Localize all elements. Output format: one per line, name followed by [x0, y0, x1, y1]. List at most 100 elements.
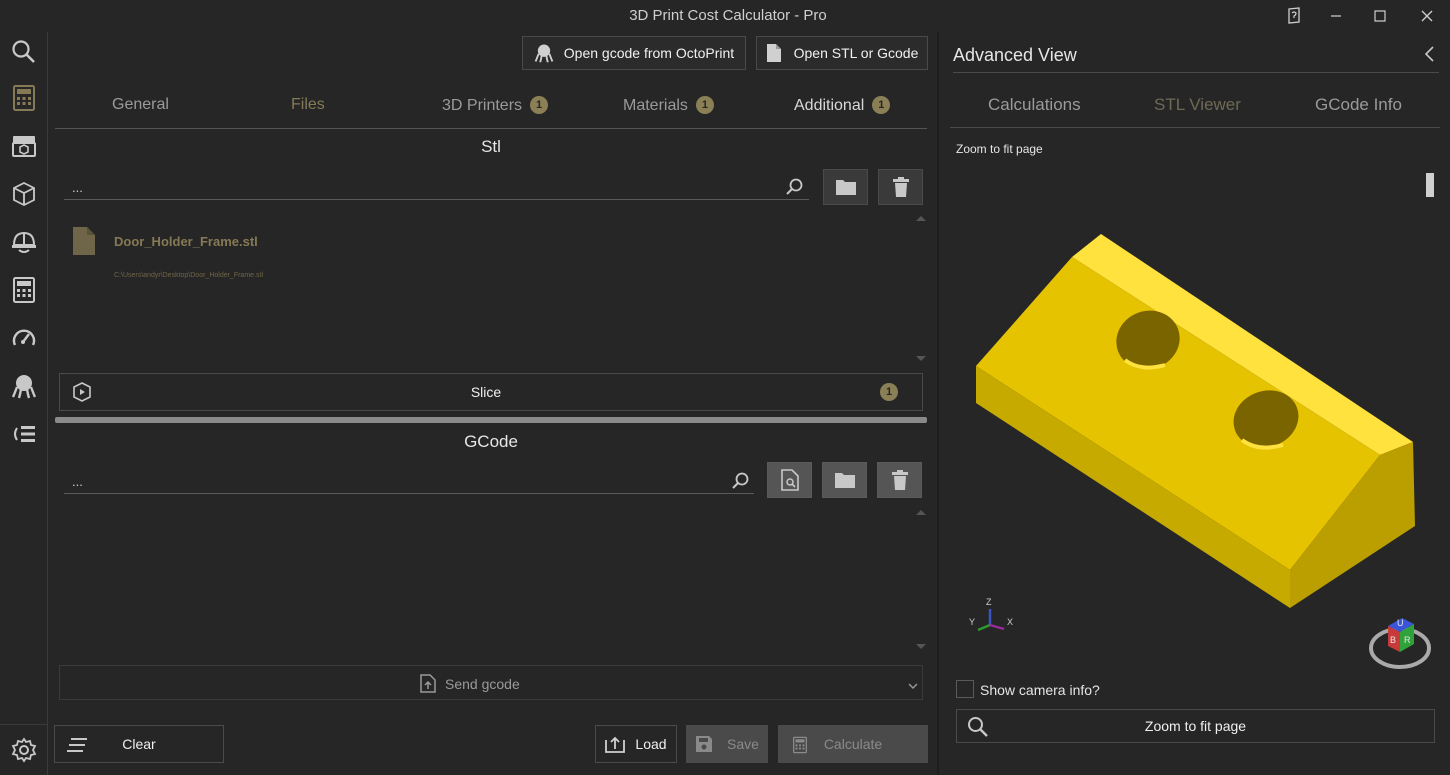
chevron-left-icon[interactable] [1423, 45, 1435, 68]
calculator-icon [793, 736, 807, 754]
axis-y-label: Y [969, 617, 976, 627]
close-icon[interactable] [1412, 4, 1442, 28]
file-search-icon [780, 469, 799, 491]
tab-3d-printers[interactable]: 3D Printers 1 [442, 96, 549, 115]
scroll-up-arrow[interactable] [916, 216, 926, 221]
tab-badge: 1 [872, 96, 891, 114]
axis-z-label: Z [986, 597, 992, 607]
tab-gcode-info[interactable]: GCode Info [1315, 95, 1402, 115]
clear-button[interactable]: Clear [54, 725, 224, 763]
sidebar-divider [0, 724, 48, 725]
view-cube[interactable]: U B R [1368, 612, 1432, 670]
send-gcode-dropdown[interactable]: Send gcode [59, 665, 923, 700]
tab-materials[interactable]: Materials 1 [623, 96, 714, 115]
cube-icon[interactable] [9, 179, 39, 209]
scroll-down-arrow[interactable] [916, 644, 926, 649]
open-octoprint-button[interactable]: Open gcode from OctoPrint [522, 36, 746, 70]
calculator-grid-icon[interactable] [9, 275, 39, 305]
tab-additional[interactable]: Additional 1 [794, 96, 891, 115]
load-button[interactable]: Load [595, 725, 677, 763]
clear-label: Clear [122, 736, 156, 752]
tab-files[interactable]: Files [291, 96, 325, 114]
panel-divider[interactable] [937, 32, 939, 775]
camera-info-checkbox[interactable] [956, 680, 974, 698]
stl-delete-button[interactable] [878, 169, 923, 205]
title-divider [953, 72, 1439, 73]
cube-face-b: B [1390, 635, 1397, 645]
scroll-up-arrow[interactable] [916, 510, 926, 515]
axis-gizmo: Z Y X [966, 597, 1016, 639]
helmet-icon[interactable] [9, 227, 39, 257]
scroll-down-arrow[interactable] [916, 356, 926, 361]
load-label: Load [635, 736, 667, 752]
minimize-icon[interactable] [1321, 4, 1351, 28]
tab-underline [55, 128, 927, 129]
stl-file-icon [72, 226, 96, 261]
stl-search-icon[interactable] [785, 177, 805, 202]
gcode-input-underline [64, 493, 754, 494]
upload-file-icon [420, 674, 436, 693]
stl-model [976, 234, 1415, 608]
rtab-underline [950, 127, 1440, 128]
open-octoprint-label: Open gcode from OctoPrint [563, 45, 735, 61]
tab-general[interactable]: General [112, 96, 169, 114]
tab-badge: 1 [530, 96, 549, 114]
advanced-view-title: Advanced View [953, 45, 1077, 65]
splitter-handle[interactable] [55, 417, 927, 423]
gcode-search-icon[interactable] [731, 471, 751, 496]
octopus-icon [534, 44, 554, 63]
open-stl-gcode-button[interactable]: Open STL or Gcode [756, 36, 928, 70]
lines-icon [67, 738, 87, 752]
stl-file-path: C:\Users\andyr\Desktop\Door_Holder_Frame… [114, 272, 263, 279]
stl-viewport[interactable] [950, 160, 1430, 670]
tab-calculations[interactable]: Calculations [988, 95, 1081, 115]
printer-icon[interactable] [9, 131, 39, 161]
help-book-icon[interactable] [1279, 4, 1309, 28]
camera-info-label: Show camera info? [980, 682, 1100, 698]
gauge-icon[interactable] [9, 323, 39, 353]
maximize-icon[interactable] [1365, 4, 1395, 28]
gcode-input[interactable]: ... [72, 474, 83, 489]
stl-section-title: Stl [481, 137, 501, 156]
load-icon [605, 736, 626, 753]
trash-icon [892, 177, 909, 197]
tab-stl-viewer[interactable]: STL Viewer [1154, 95, 1241, 115]
octopus-icon[interactable] [9, 371, 39, 401]
save-label: Save [727, 736, 759, 752]
stl-input[interactable]: ... [72, 180, 83, 195]
cube-face-u: U [1397, 618, 1404, 628]
search-icon[interactable] [9, 37, 39, 67]
slice-label: Slice [470, 384, 502, 400]
file-icon [766, 44, 781, 62]
slice-badge: 1 [880, 383, 898, 401]
stl-file-name[interactable]: Door_Holder_Frame.stl [114, 234, 258, 249]
save-icon [696, 736, 713, 752]
gcode-browse-button[interactable] [822, 462, 867, 498]
stl-browse-button[interactable] [823, 169, 868, 205]
zoom-to-fit-button[interactable]: Zoom to fit page [956, 709, 1435, 743]
gear-icon[interactable] [9, 735, 39, 765]
sidebar [0, 32, 48, 775]
list-icon[interactable] [9, 419, 39, 449]
calculate-label: Calculate [823, 736, 883, 752]
folder-icon [834, 473, 855, 488]
gcode-section-title: GCode [464, 432, 518, 451]
send-gcode-label: Send gcode [445, 675, 520, 692]
folder-icon [835, 180, 856, 195]
cube-face-r: R [1404, 635, 1411, 645]
gcode-delete-button[interactable] [877, 462, 922, 498]
save-button[interactable]: Save [686, 725, 768, 763]
slice-button[interactable]: Slice 1 [59, 373, 923, 411]
window-title: 3D Print Cost Calculator - Pro [629, 7, 827, 24]
calculate-button[interactable]: Calculate [778, 725, 928, 763]
chevron-down-icon [908, 677, 918, 695]
search-icon [968, 717, 988, 737]
gcode-preview-button[interactable] [767, 462, 812, 498]
title-bar: 3D Print Cost Calculator - Pro [0, 0, 1450, 32]
calculator-icon[interactable] [9, 83, 39, 113]
zoom-to-fit-label: Zoom to fit page [1144, 718, 1247, 734]
stl-input-underline [64, 199, 809, 200]
tab-badge: 1 [695, 96, 714, 114]
axis-x-label: X [1007, 617, 1014, 627]
open-stl-gcode-label: Open STL or Gcode [793, 45, 919, 61]
